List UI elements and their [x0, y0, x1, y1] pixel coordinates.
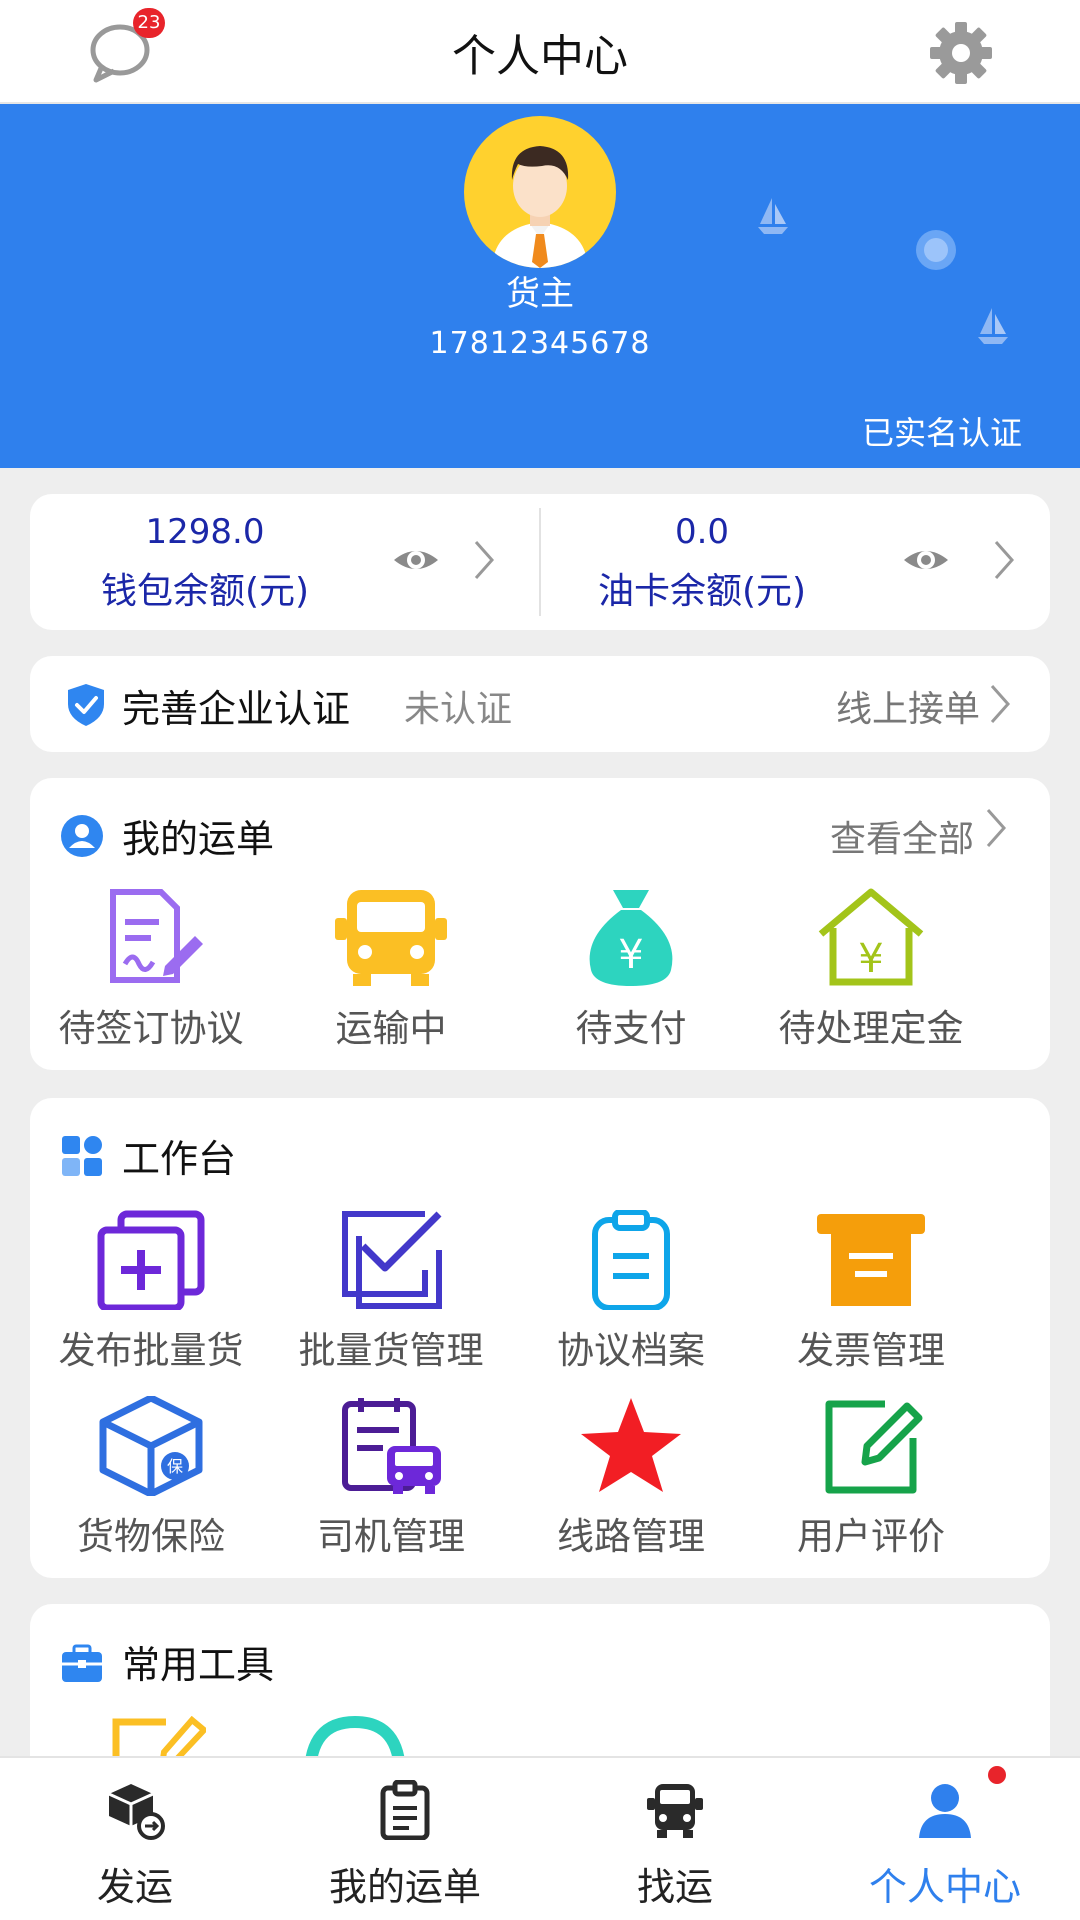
bottom-tab-bar: 发运 我的运单 找运 个人中心	[0, 1756, 1080, 1920]
workbench-item-label: 线路管理	[557, 1515, 705, 1558]
deposit-house-icon: ¥	[818, 888, 924, 986]
fuel-card-label: 油卡余额(元)	[597, 571, 807, 612]
sailboat-icon	[978, 308, 1008, 344]
online-order-link[interactable]: 线上接单	[836, 680, 980, 732]
workbench-card: 工作台 发布批量货 批量货管理 协议档案 发票管理 保 货物保险 司机管理 线路…	[30, 1098, 1050, 1578]
settings-button[interactable]	[926, 18, 996, 88]
order-item-pending-deposit[interactable]: ¥ 待处理定金	[756, 888, 986, 1052]
enterprise-auth-card[interactable]: 完善企业认证 未认证 线上接单	[30, 656, 1050, 752]
money-bag-icon: ¥	[589, 890, 673, 986]
workbench-item-label: 货物保险	[77, 1515, 225, 1558]
svg-text:保: 保	[167, 1457, 183, 1476]
tab-find-transport[interactable]: 找运	[540, 1758, 810, 1920]
order-item-pending-contract[interactable]: 待签订协议	[36, 888, 266, 1052]
workbench-item-label: 发票管理	[797, 1329, 945, 1372]
chevron-right-icon	[994, 541, 1015, 579]
waybill-icon	[380, 1780, 430, 1840]
tab-ship[interactable]: 发运	[0, 1758, 270, 1920]
review-edit-icon	[825, 1400, 923, 1494]
order-item-label: 待处理定金	[778, 1007, 964, 1050]
star-icon	[581, 1398, 681, 1492]
batch-manage-icon	[342, 1211, 442, 1309]
fuel-card-amount: 0.0	[674, 512, 730, 552]
workbench-item-publish-batch[interactable]: 发布批量货	[36, 1210, 266, 1374]
top-bar: 23 个人中心	[0, 0, 1080, 104]
workbench-item-contract-archive[interactable]: 协议档案	[516, 1210, 746, 1374]
toolbox-icon	[62, 1644, 102, 1682]
wallet-balance-label: 钱包余额(元)	[100, 571, 310, 612]
insurance-box-icon: 保	[99, 1396, 203, 1496]
wallet-card: 1298.0 钱包余额(元) 0.0 油卡余额(元)	[30, 494, 1050, 630]
profile-header: 货主 17812345678 已实名认证	[0, 104, 1080, 468]
ship-box-icon	[108, 1784, 165, 1840]
view-all-link[interactable]: 查看全部	[830, 810, 974, 862]
chevron-right-icon	[990, 685, 1011, 723]
common-tools-title: 常用工具	[122, 1643, 275, 1687]
workbench-item-label: 司机管理	[317, 1515, 465, 1558]
order-item-label: 待签订协议	[58, 1007, 244, 1050]
user-phone: 17812345678	[429, 326, 651, 361]
truck-front-icon	[647, 1784, 703, 1838]
tab-label: 我的运单	[328, 1865, 481, 1909]
workbench-item-label: 批量货管理	[298, 1329, 484, 1372]
tab-label: 找运	[636, 1865, 713, 1909]
user-role: 货主	[506, 274, 574, 314]
wallet-balance[interactable]: 1298.0 钱包余额(元)	[30, 494, 540, 630]
my-orders-card: 我的运单 查看全部 待签订协议 运输中 ¥ 待支付 ¥ 待处理定金	[30, 778, 1050, 1070]
order-item-pending-payment[interactable]: ¥ 待支付	[516, 888, 746, 1052]
person-icon	[919, 1784, 971, 1838]
eye-icon[interactable]	[902, 540, 950, 580]
workbench-item-label: 用户评价	[797, 1515, 945, 1558]
notification-dot	[988, 1766, 1006, 1784]
truck-icon	[335, 890, 447, 986]
workbench-item-batch-manage[interactable]: 批量货管理	[276, 1210, 506, 1374]
chevron-right-icon	[986, 809, 1007, 847]
svg-text:¥: ¥	[858, 936, 883, 982]
eye-icon[interactable]	[392, 540, 440, 580]
page-title: 个人中心	[452, 31, 628, 82]
user-circle-icon	[61, 815, 103, 857]
dashboard-icon	[62, 1136, 102, 1176]
order-item-in-transit[interactable]: 运输中	[276, 888, 506, 1052]
driver-manage-icon	[342, 1398, 441, 1494]
publish-batch-icon	[97, 1210, 205, 1310]
contract-sign-icon	[110, 889, 203, 983]
tab-my-waybill[interactable]: 我的运单	[270, 1758, 540, 1920]
shield-check-icon	[68, 684, 104, 726]
order-item-label: 运输中	[335, 1007, 447, 1050]
tab-personal-center[interactable]: 个人中心	[810, 1758, 1080, 1920]
workbench-item-cargo-insurance[interactable]: 保 货物保险	[36, 1396, 266, 1560]
workbench-item-invoice[interactable]: 发票管理	[756, 1210, 986, 1374]
workbench-item-driver-manage[interactable]: 司机管理	[276, 1396, 506, 1560]
workbench-item-user-review[interactable]: 用户评价	[756, 1396, 986, 1560]
gear-icon	[930, 22, 992, 84]
invoice-icon	[817, 1214, 925, 1306]
clipboard-icon	[592, 1210, 670, 1310]
workbench-item-label: 协议档案	[557, 1329, 705, 1372]
enterprise-auth-title: 完善企业认证	[122, 687, 351, 731]
svg-text:¥: ¥	[618, 932, 643, 978]
workbench-title: 工作台	[122, 1137, 237, 1181]
tab-label: 发运	[96, 1865, 173, 1909]
bubble-decoration	[916, 230, 956, 270]
workbench-item-label: 发布批量货	[58, 1329, 244, 1372]
wallet-balance-amount: 1298.0	[145, 512, 265, 552]
order-item-label: 待支付	[575, 1007, 687, 1050]
verification-status[interactable]: 已实名认证	[862, 408, 1022, 454]
enterprise-auth-status: 未认证	[404, 689, 513, 730]
user-avatar-icon	[492, 146, 588, 268]
sailboat-icon	[758, 198, 788, 234]
tab-label: 个人中心	[868, 1865, 1021, 1909]
avatar[interactable]	[464, 116, 616, 268]
fuel-card-balance[interactable]: 0.0 油卡余额(元)	[540, 494, 1050, 630]
workbench-item-route-manage[interactable]: 线路管理	[516, 1396, 746, 1560]
my-orders-title: 我的运单	[122, 817, 275, 861]
chevron-right-icon	[474, 541, 495, 579]
